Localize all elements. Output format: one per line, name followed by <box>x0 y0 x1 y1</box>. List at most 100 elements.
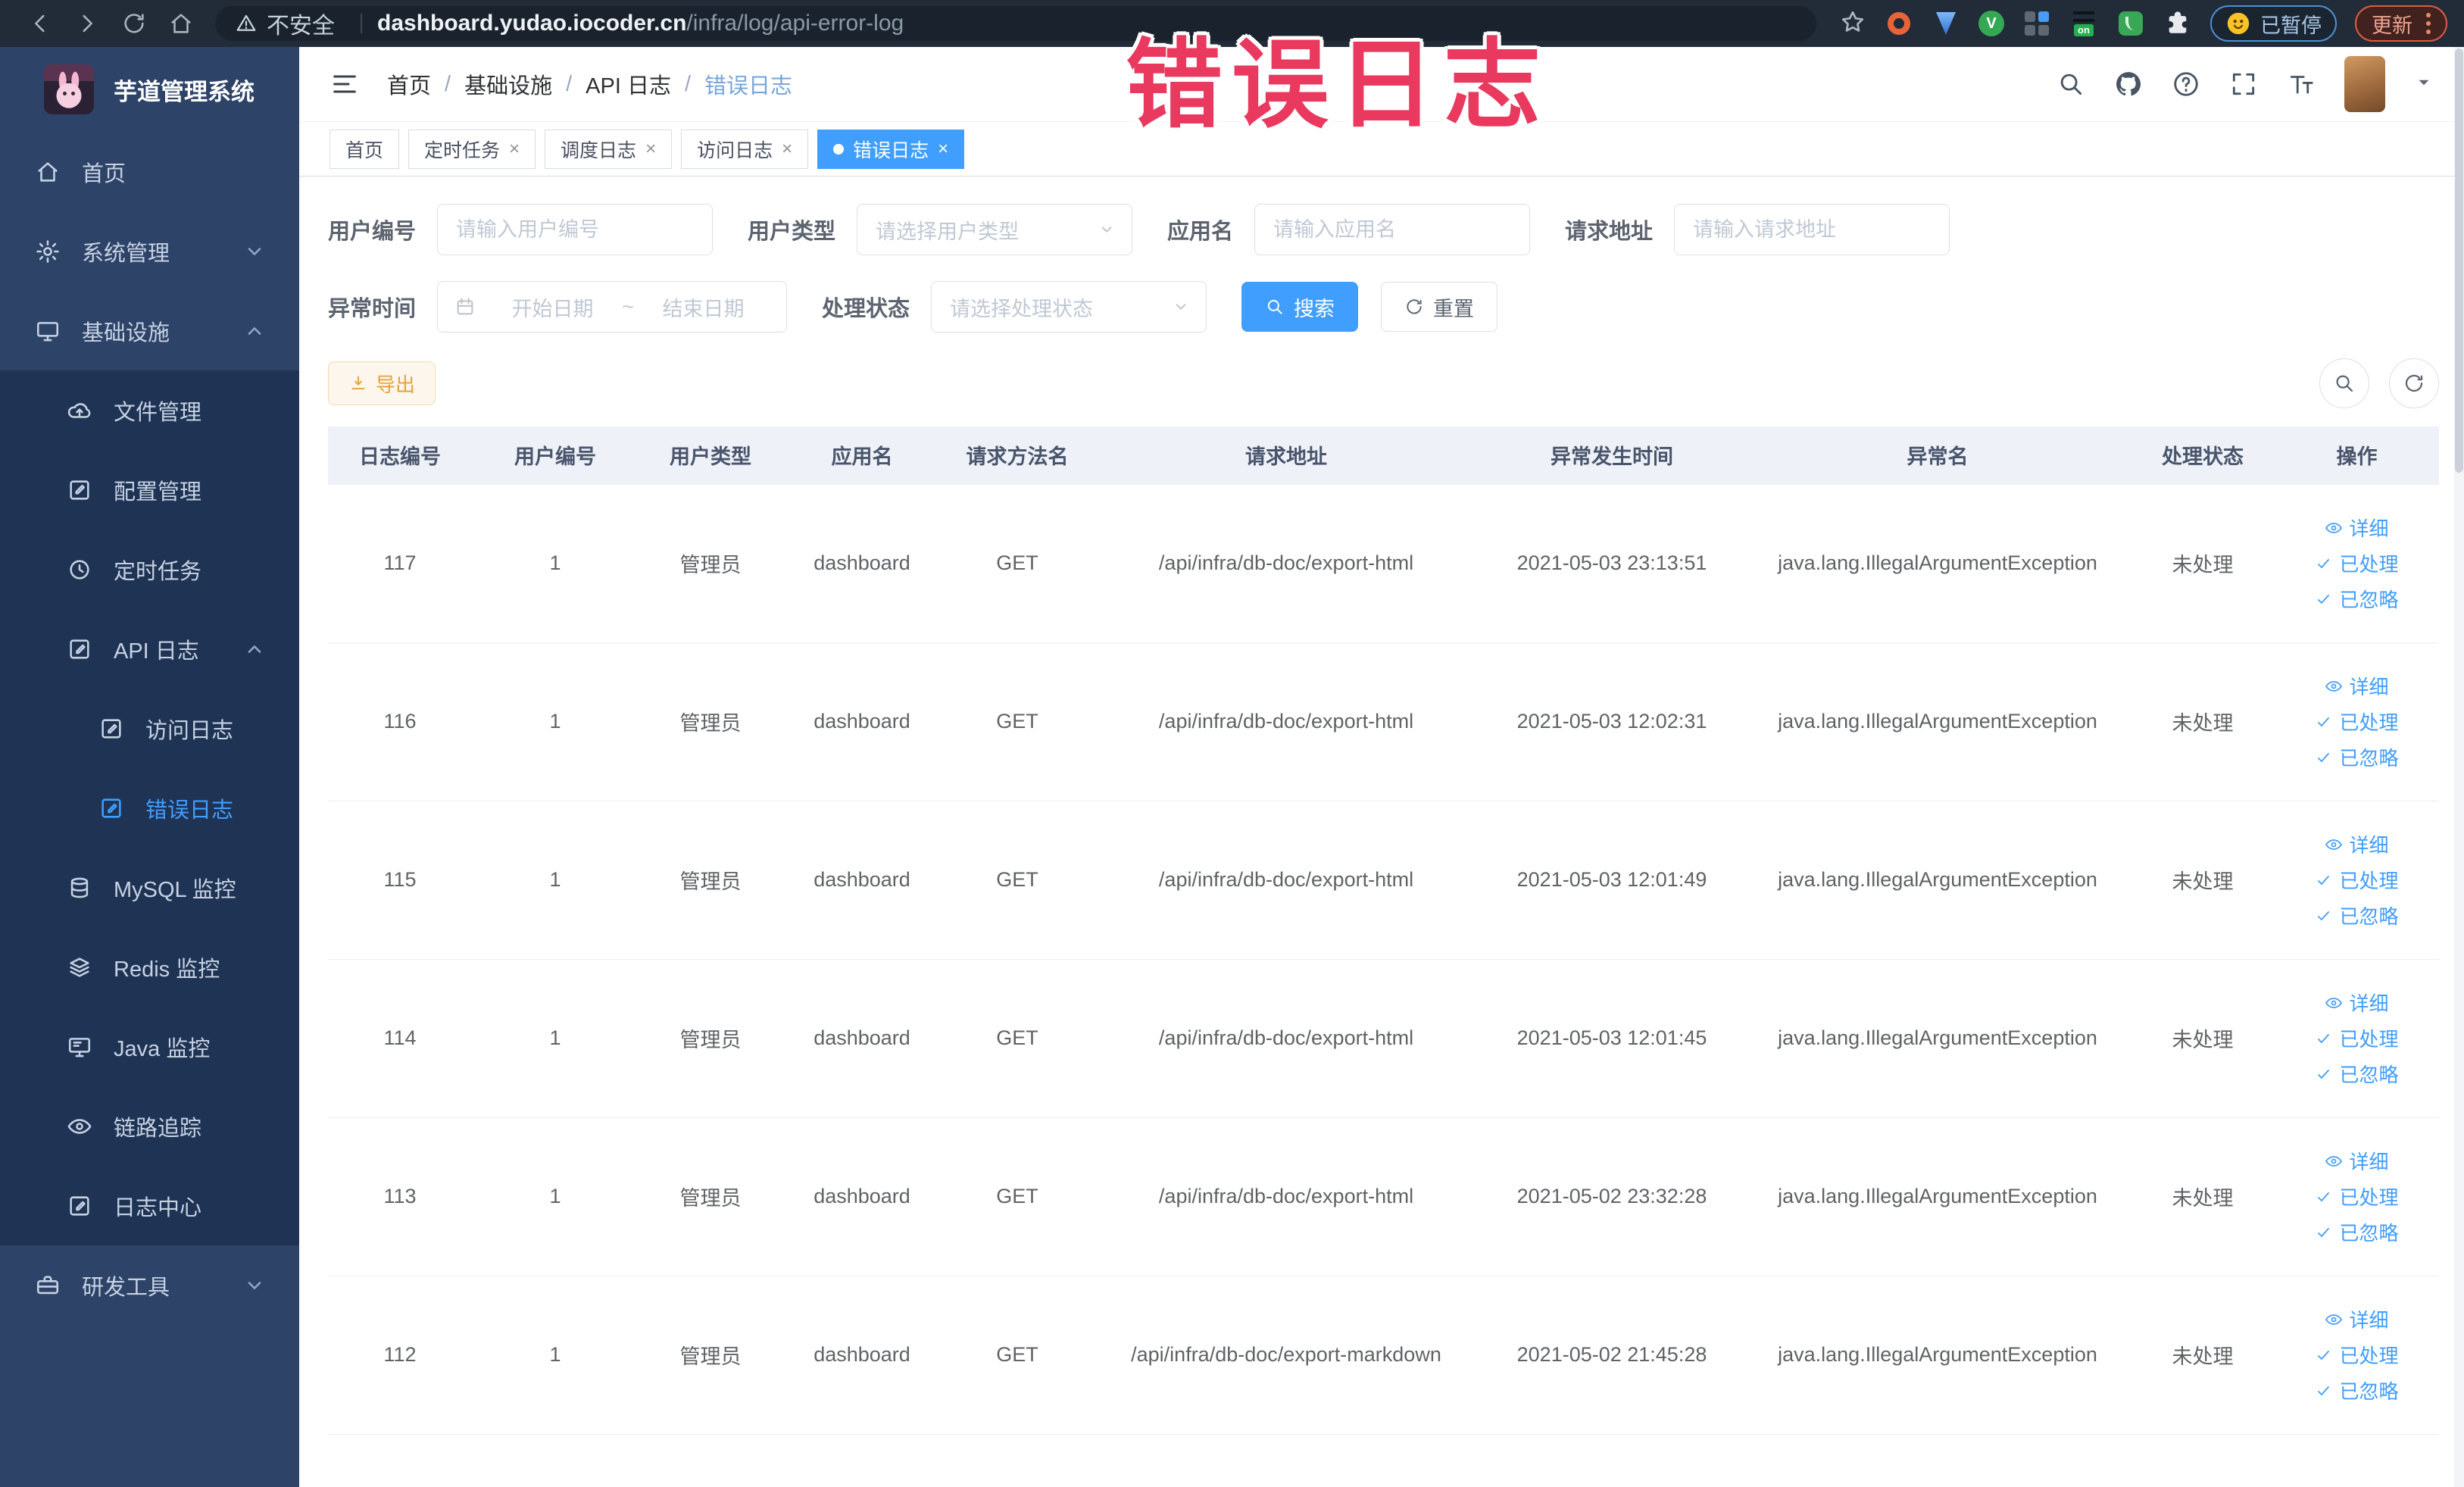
tab-label: 错误日志 <box>853 139 929 161</box>
user-menu-caret[interactable] <box>2414 73 2434 96</box>
action-详细[interactable]: 详细 <box>2325 830 2389 858</box>
chevron-down-icon <box>242 1273 267 1298</box>
refresh-table-button[interactable] <box>2389 358 2439 408</box>
tab-调度日志[interactable]: 调度日志 × <box>545 129 673 169</box>
tab-首页[interactable]: 首页 <box>329 129 400 169</box>
hamburger-icon <box>329 69 360 99</box>
clock-icon <box>67 557 92 583</box>
action-已处理[interactable]: 已处理 <box>2315 1341 2399 1369</box>
browser-address-bar[interactable]: 不安全 dashboard.yudao.iocoder.cn/infra/log… <box>215 6 1816 41</box>
export-button[interactable]: 导出 <box>328 361 436 405</box>
close-icon[interactable]: × <box>938 139 948 158</box>
sidebar-item-配置管理[interactable]: 配置管理 <box>0 450 299 530</box>
sidebar-menu: 首页 系统管理 基础设施 文件管理 配置管理 定时任务 API 日志 访问日志 错误日志 MySQ… <box>0 132 299 1325</box>
divider <box>361 14 362 33</box>
reload-icon <box>121 11 147 36</box>
sidebar-collapse-button[interactable] <box>329 69 360 99</box>
action-已忽略[interactable]: 已忽略 <box>2315 1218 2399 1246</box>
sidebar-item-系统管理[interactable]: 系统管理 <box>0 211 299 291</box>
action-详细[interactable]: 详细 <box>2325 1147 2389 1175</box>
browser-menu-icon[interactable] <box>2426 13 2431 34</box>
page-scrollbar[interactable] <box>2454 47 2464 1487</box>
sidebar-item-API 日志[interactable]: API 日志 <box>0 609 299 689</box>
action-已忽略[interactable]: 已忽略 <box>2315 1376 2399 1404</box>
browser-forward-button[interactable] <box>64 5 111 42</box>
tab-错误日志[interactable]: 错误日志 × <box>817 129 965 169</box>
action-已处理[interactable]: 已处理 <box>2315 866 2399 894</box>
tab-访问日志[interactable]: 访问日志 × <box>681 129 809 169</box>
sidebar-item-研发工具[interactable]: 研发工具 <box>0 1245 299 1325</box>
action-已处理[interactable]: 已处理 <box>2315 1024 2399 1052</box>
sidebar-item-错误日志[interactable]: 错误日志 <box>0 768 299 848</box>
sidebar-item-基础设施[interactable]: 基础设施 <box>0 291 299 370</box>
sidebar-item-MySQL 监控[interactable]: MySQL 监控 <box>0 848 299 927</box>
close-icon[interactable]: × <box>645 139 656 158</box>
sidebar-item-Redis 监控[interactable]: Redis 监控 <box>0 927 299 1007</box>
close-icon[interactable]: × <box>509 139 520 158</box>
browser-reload-button[interactable] <box>111 5 158 42</box>
arrow-left-icon <box>27 11 53 36</box>
request-url-input[interactable] <box>1674 204 1950 255</box>
search-button[interactable] <box>2056 70 2085 98</box>
url-path: /infra/log/api-error-log <box>686 11 904 36</box>
cell-url: /api/infra/db-doc/export-html <box>1093 484 1479 643</box>
browser-back-button[interactable] <box>17 5 64 42</box>
user-type-select[interactable]: 请选择用户类型 <box>857 204 1133 255</box>
sidebar-item-首页[interactable]: 首页 <box>0 132 299 211</box>
extension-leaf-icon[interactable] <box>2116 9 2145 38</box>
eye-icon <box>2325 836 2343 854</box>
action-已忽略[interactable]: 已忽略 <box>2315 1060 2399 1088</box>
action-已处理[interactable]: 已处理 <box>2315 549 2399 577</box>
sidebar-item-文件管理[interactable]: 文件管理 <box>0 370 299 450</box>
action-已忽略[interactable]: 已忽略 <box>2315 743 2399 771</box>
browser-home-button[interactable] <box>158 5 205 42</box>
extension-green-v-icon[interactable]: V <box>1978 11 2004 36</box>
action-已处理[interactable]: 已处理 <box>2315 1182 2399 1211</box>
sidebar-item-链路追踪[interactable]: 链路追踪 <box>0 1086 299 1166</box>
sidebar-item-日志中心[interactable]: 日志中心 <box>0 1166 299 1245</box>
cell-user_id: 1 <box>472 801 639 960</box>
extensions-puzzle-icon[interactable] <box>2163 9 2192 38</box>
app-name-input[interactable] <box>1254 204 1531 255</box>
close-icon[interactable]: × <box>782 139 792 158</box>
fullscreen-button[interactable] <box>2229 70 2258 98</box>
column-header-日志编号: 日志编号 <box>328 426 472 485</box>
action-详细[interactable]: 详细 <box>2325 989 2389 1017</box>
reset-button[interactable]: 重置 <box>1381 282 1498 332</box>
process-status-select[interactable]: 请选择处理状态 <box>931 281 1207 333</box>
github-button[interactable] <box>2114 70 2143 98</box>
sidebar-item-定时任务[interactable]: 定时任务 <box>0 530 299 609</box>
profile-paused-badge[interactable]: 已暂停 <box>2210 5 2337 42</box>
action-已处理[interactable]: 已处理 <box>2315 708 2399 736</box>
extension-grid-icon[interactable] <box>2022 9 2051 38</box>
action-详细[interactable]: 详细 <box>2325 672 2389 700</box>
font-size-button[interactable] <box>2287 70 2316 98</box>
breadcrumb-item-错误日志[interactable]: 错误日志 <box>704 68 792 100</box>
sidebar-item-Java 监控[interactable]: Java 监控 <box>0 1007 299 1086</box>
user-avatar[interactable] <box>2344 56 2385 112</box>
action-详细[interactable]: 详细 <box>2325 514 2389 542</box>
action-详细[interactable]: 详细 <box>2325 1305 2389 1333</box>
extension-shield-icon[interactable] <box>1932 9 1960 38</box>
breadcrumb-item-API 日志[interactable]: API 日志 <box>586 68 671 100</box>
breadcrumb-item-首页[interactable]: 首页 <box>387 68 431 100</box>
app-logo-row[interactable]: 芋道管理系统 <box>0 47 299 132</box>
request-url-label: 请求地址 <box>1565 220 1654 244</box>
extension-switch-on-icon[interactable]: on <box>2069 9 2098 38</box>
extension-orange-icon[interactable] <box>1885 9 1913 38</box>
user-id-input[interactable] <box>437 204 714 255</box>
end-date-placeholder: 结束日期 <box>662 297 745 320</box>
exception-time-range-picker[interactable]: 开始日期 ~ 结束日期 <box>437 281 788 333</box>
bookmark-star-icon[interactable] <box>1839 8 1866 39</box>
action-已忽略[interactable]: 已忽略 <box>2315 585 2399 613</box>
scrollbar-thumb[interactable] <box>2455 48 2463 473</box>
sidebar-item-访问日志[interactable]: 访问日志 <box>0 689 299 768</box>
tab-定时任务[interactable]: 定时任务 × <box>408 129 536 169</box>
search-button[interactable]: 搜索 <box>1241 282 1359 332</box>
help-button[interactable] <box>2172 70 2200 98</box>
action-已忽略[interactable]: 已忽略 <box>2315 901 2399 929</box>
toggle-search-button[interactable] <box>2319 358 2369 408</box>
browser-update-button[interactable]: 更新 <box>2355 5 2447 42</box>
help-icon <box>2172 70 2200 98</box>
breadcrumb-item-基础设施[interactable]: 基础设施 <box>464 68 552 100</box>
